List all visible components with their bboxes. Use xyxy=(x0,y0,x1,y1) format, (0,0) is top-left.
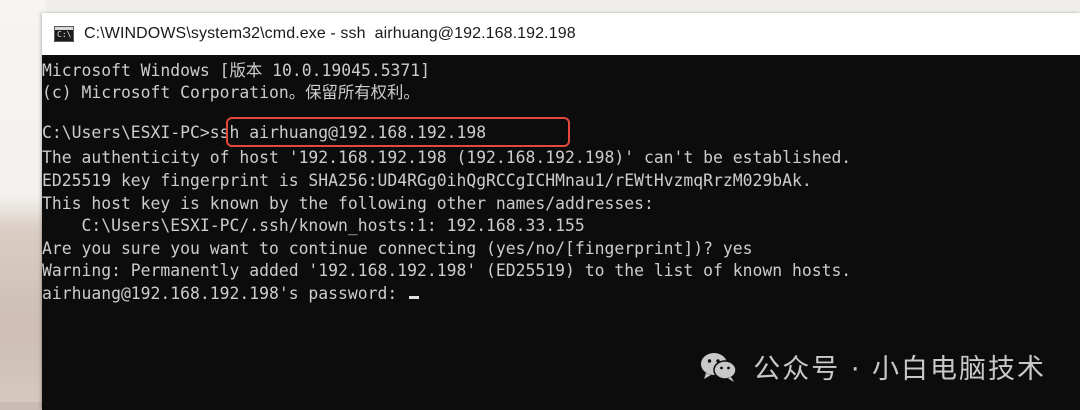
password-prompt: airhuang@192.168.192.198's password: xyxy=(42,284,408,303)
console-line: Microsoft Windows [版本 10.0.19045.5371] xyxy=(42,61,431,80)
console-line: ED25519 key fingerprint is SHA256:UD4RGg… xyxy=(42,171,812,190)
watermark-text: 公众号 · 小白电脑技术 xyxy=(753,354,1046,385)
wechat-icon xyxy=(699,351,739,383)
console-line: This host key is known by the following … xyxy=(42,194,654,213)
console-line: (c) Microsoft Corporation。保留所有权利。 xyxy=(42,83,420,102)
cmd-icon[interactable]: C:\ xyxy=(54,26,74,42)
ssh-command-highlight xyxy=(226,117,570,147)
console-line: Are you sure you want to continue connec… xyxy=(42,239,753,258)
console-line: The authenticity of host '192.168.192.19… xyxy=(42,148,852,167)
text-cursor xyxy=(409,296,420,299)
console-line: C:\Users\ESXI-PC/.ssh/known_hosts:1: 192… xyxy=(42,216,585,235)
window-title: C:\WINDOWS\system32\cmd.exe - ssh airhua… xyxy=(84,25,576,42)
cmd-window[interactable]: C:\ C:\WINDOWS\system32\cmd.exe - ssh ai… xyxy=(42,13,1080,410)
password-prompt-line[interactable]: airhuang@192.168.192.198's password: xyxy=(42,283,420,305)
watermark: 公众号 · 小白电脑技术 xyxy=(699,347,1046,386)
console-line: Warning: Permanently added '192.168.192.… xyxy=(42,261,852,280)
desk-background xyxy=(0,0,46,410)
title-bar[interactable]: C:\ C:\WINDOWS\system32\cmd.exe - ssh ai… xyxy=(42,13,1080,55)
